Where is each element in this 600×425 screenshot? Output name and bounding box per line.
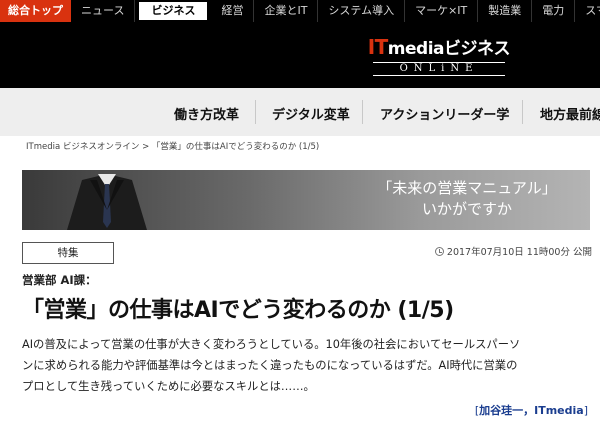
lead-line: AIの普及によって営業の仕事が大きく変わろうとしている。10年後の社会においてセ… xyxy=(22,338,521,351)
publish-date: 2017年07月10日 11時00分 公開 xyxy=(434,244,592,258)
logo-media: media xyxy=(387,39,445,59)
nav-item-management[interactable]: 経営 xyxy=(211,0,255,22)
article-title: 「営業」の仕事はAIでどう変わるのか (1/5) xyxy=(22,298,454,323)
lead-line: ンに求められる能力や評価基準は今とはまったく違ったものになっているはずだ。AI時… xyxy=(22,359,518,372)
article-series: 営業部 AI課： xyxy=(22,273,97,287)
category-action-leader[interactable]: アクションリーダー学 xyxy=(380,104,509,123)
feature-tag[interactable]: 特集 xyxy=(22,242,114,264)
category-divider xyxy=(362,100,363,124)
nav-item-home[interactable]: 総合トップ xyxy=(0,0,71,22)
author-byline: [加谷珪一，ITmedia] xyxy=(475,402,588,418)
byline-close: ] xyxy=(583,404,588,417)
nav-item-power[interactable]: 電力 xyxy=(532,0,576,22)
article-lead: AIの普及によって営業の仕事が大きく変わろうとしている。10年後の社会においてセ… xyxy=(22,334,592,397)
businessman-image xyxy=(67,174,147,230)
category-divider xyxy=(522,100,523,124)
nav-item-news[interactable]: ニュース xyxy=(71,0,136,22)
publish-date-text: 2017年07月10日 11時00分 公開 xyxy=(446,247,592,258)
category-divider xyxy=(255,100,256,124)
logo-jp: ビジネス xyxy=(444,39,511,59)
nav-item-system[interactable]: システム導入 xyxy=(318,0,406,22)
clock-icon xyxy=(434,246,444,256)
top-nav: 総合トップ ニュース ビジネス 経営 企業とIT システム導入 マーケ×IT 製… xyxy=(0,0,600,22)
category-regional[interactable]: 地方最前線 xyxy=(540,104,600,123)
nav-item-marketing[interactable]: マーケ×IT xyxy=(405,0,479,22)
author-link[interactable]: 加谷珪一，ITmedia xyxy=(479,404,584,417)
lead-line: プロとして生き残っていくために必要なスキルとは……。 xyxy=(22,380,315,393)
breadcrumb[interactable]: ITmedia ビジネスオンライン > 「営業」の仕事はAIでどう変わるのか (… xyxy=(26,140,319,152)
category-digital[interactable]: デジタル変革 xyxy=(272,104,350,123)
nav-item-business[interactable]: ビジネス xyxy=(139,2,208,20)
category-work-style[interactable]: 働き方改革 xyxy=(174,104,239,123)
banner-line-2: いかがですか xyxy=(421,200,512,218)
logo-it: IT xyxy=(367,35,389,59)
promo-banner[interactable]: 「未来の営業マニュアル」 いかがですか xyxy=(22,170,590,230)
site-header: ITmediaビジネス ONLiNE xyxy=(0,22,600,88)
nav-item-smart[interactable]: スマ xyxy=(575,0,600,22)
logo-subtitle: ONLiNE xyxy=(373,62,505,76)
nav-item-manufacturing[interactable]: 製造業 xyxy=(478,0,533,22)
site-logo[interactable]: ITmediaビジネス xyxy=(367,34,511,59)
category-bar: 働き方改革 デジタル変革 アクションリーダー学 地方最前線 xyxy=(0,88,600,136)
banner-line-1: 「未来の営業マニュアル」 xyxy=(377,179,557,197)
nav-item-enterprise-it[interactable]: 企業とIT xyxy=(254,0,319,22)
banner-text: 「未来の営業マニュアル」 いかがですか xyxy=(352,178,582,220)
